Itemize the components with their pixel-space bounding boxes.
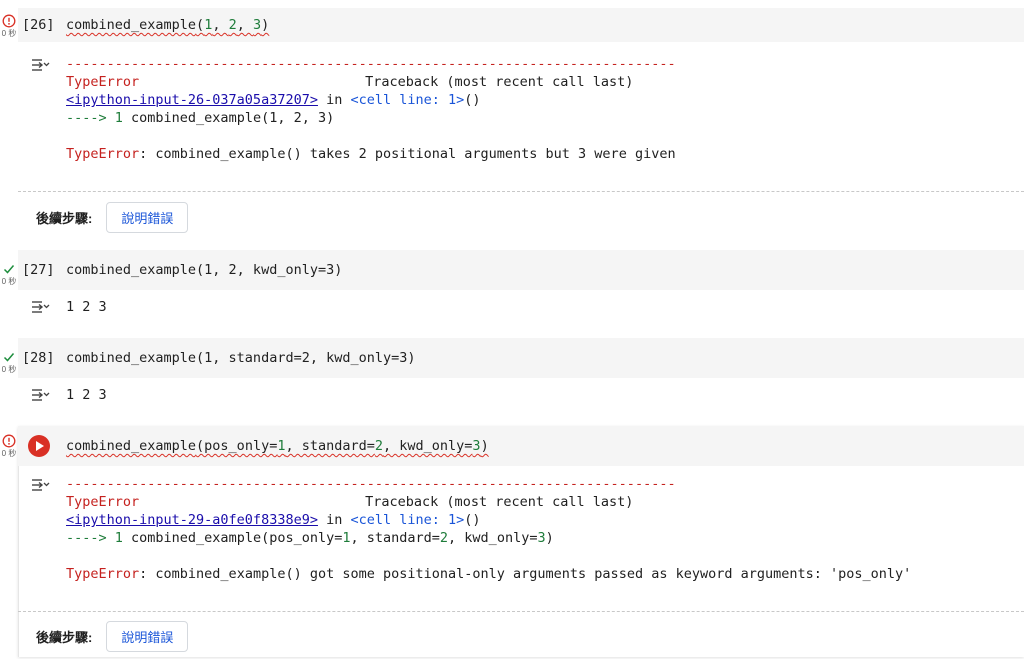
- exec-count: [28]: [22, 350, 55, 366]
- traceback-link[interactable]: <ipython-input-26-037a05a37207>: [66, 92, 318, 108]
- divider: [18, 611, 1024, 612]
- divider: [18, 191, 1024, 192]
- output-toggle-icon[interactable]: [30, 299, 50, 315]
- error-output: ----------------------------------------…: [66, 55, 1024, 163]
- code-editor[interactable]: combined_example(pos_only=1, standard=2,…: [18, 426, 1024, 466]
- check-icon: [3, 353, 15, 362]
- error-output: ----------------------------------------…: [66, 475, 1024, 583]
- next-steps: 後續步驟: 說明錯誤: [36, 202, 189, 233]
- traceback-link[interactable]: <ipython-input-29-a0fe0f8338e9>: [66, 512, 318, 528]
- error-message: TypeError: combined_example() got some p…: [66, 566, 912, 582]
- cell-status[interactable]: 0 秒: [0, 14, 18, 38]
- code-cell-26: 0 秒 [26] combined_example(1, 2, 3) -----…: [0, 0, 1024, 240]
- explain-error-button[interactable]: 說明錯誤: [106, 202, 189, 233]
- code-editor[interactable]: [28] combined_example(1, standard=2, kwd…: [18, 338, 1024, 378]
- code-cell-27: 0 秒 [27] combined_example(1, 2, kwd_only…: [0, 248, 1024, 328]
- traceback-code-line: ----> 1 combined_example(pos_only=1, sta…: [66, 530, 554, 546]
- exec-time: 0 秒: [1, 277, 17, 286]
- exec-time: 0 秒: [1, 449, 17, 458]
- traceback-divider: ----------------------------------------…: [66, 56, 676, 72]
- check-icon: [3, 265, 15, 274]
- next-steps: 後續步驟: 說明錯誤: [36, 621, 189, 652]
- error-icon: [2, 14, 16, 28]
- code-editor[interactable]: [27] combined_example(1, 2, kwd_only=3): [18, 250, 1024, 290]
- stdout-output: 1 2 3: [66, 298, 1024, 316]
- code-line[interactable]: combined_example(1, 2, 3): [66, 17, 269, 33]
- cell-status[interactable]: 0 秒: [0, 434, 18, 458]
- code-editor[interactable]: [26] combined_example(1, 2, 3): [18, 8, 1024, 42]
- code-cell-28: 0 秒 [28] combined_example(1, standard=2,…: [0, 336, 1024, 416]
- error-message: TypeError: combined_example() takes 2 po…: [66, 146, 676, 162]
- cell-status[interactable]: 0 秒: [0, 350, 18, 374]
- run-cell-button[interactable]: [28, 435, 50, 457]
- stdout-output: 1 2 3: [66, 386, 1024, 404]
- explain-error-button[interactable]: 說明錯誤: [106, 621, 189, 652]
- traceback-code-line: ----> 1 combined_example(1, 2, 3): [66, 110, 335, 126]
- error-icon: [2, 434, 16, 448]
- exec-time: 0 秒: [1, 365, 17, 374]
- traceback-location: <ipython-input-26-037a05a37207> in <cell…: [66, 92, 481, 108]
- output-text: 1 2 3: [66, 387, 107, 403]
- code-cell-29: 0 秒 combined_example(pos_only=1, standar…: [0, 424, 1024, 659]
- traceback-header: TypeError Traceback (most recent call las…: [66, 74, 634, 90]
- exec-count: [26]: [22, 17, 55, 33]
- code-line[interactable]: combined_example(1, 2, kwd_only=3): [66, 262, 342, 278]
- traceback-location: <ipython-input-29-a0fe0f8338e9> in <cell…: [66, 512, 481, 528]
- output-toggle-icon[interactable]: [30, 57, 50, 73]
- output-toggle-icon[interactable]: [30, 387, 50, 403]
- next-steps-label: 後續步驟:: [36, 211, 93, 226]
- next-steps-label: 後續步驟:: [36, 630, 93, 645]
- output-text: 1 2 3: [66, 299, 107, 315]
- output-toggle-icon[interactable]: [30, 477, 50, 493]
- traceback-divider: ----------------------------------------…: [66, 476, 676, 492]
- code-line[interactable]: combined_example(pos_only=1, standard=2,…: [66, 438, 489, 454]
- exec-count: [27]: [22, 262, 55, 278]
- cell-status[interactable]: 0 秒: [0, 262, 18, 286]
- exec-time: 0 秒: [1, 29, 17, 38]
- code-line[interactable]: combined_example(1, standard=2, kwd_only…: [66, 350, 416, 366]
- traceback-header: TypeError Traceback (most recent call las…: [66, 494, 634, 510]
